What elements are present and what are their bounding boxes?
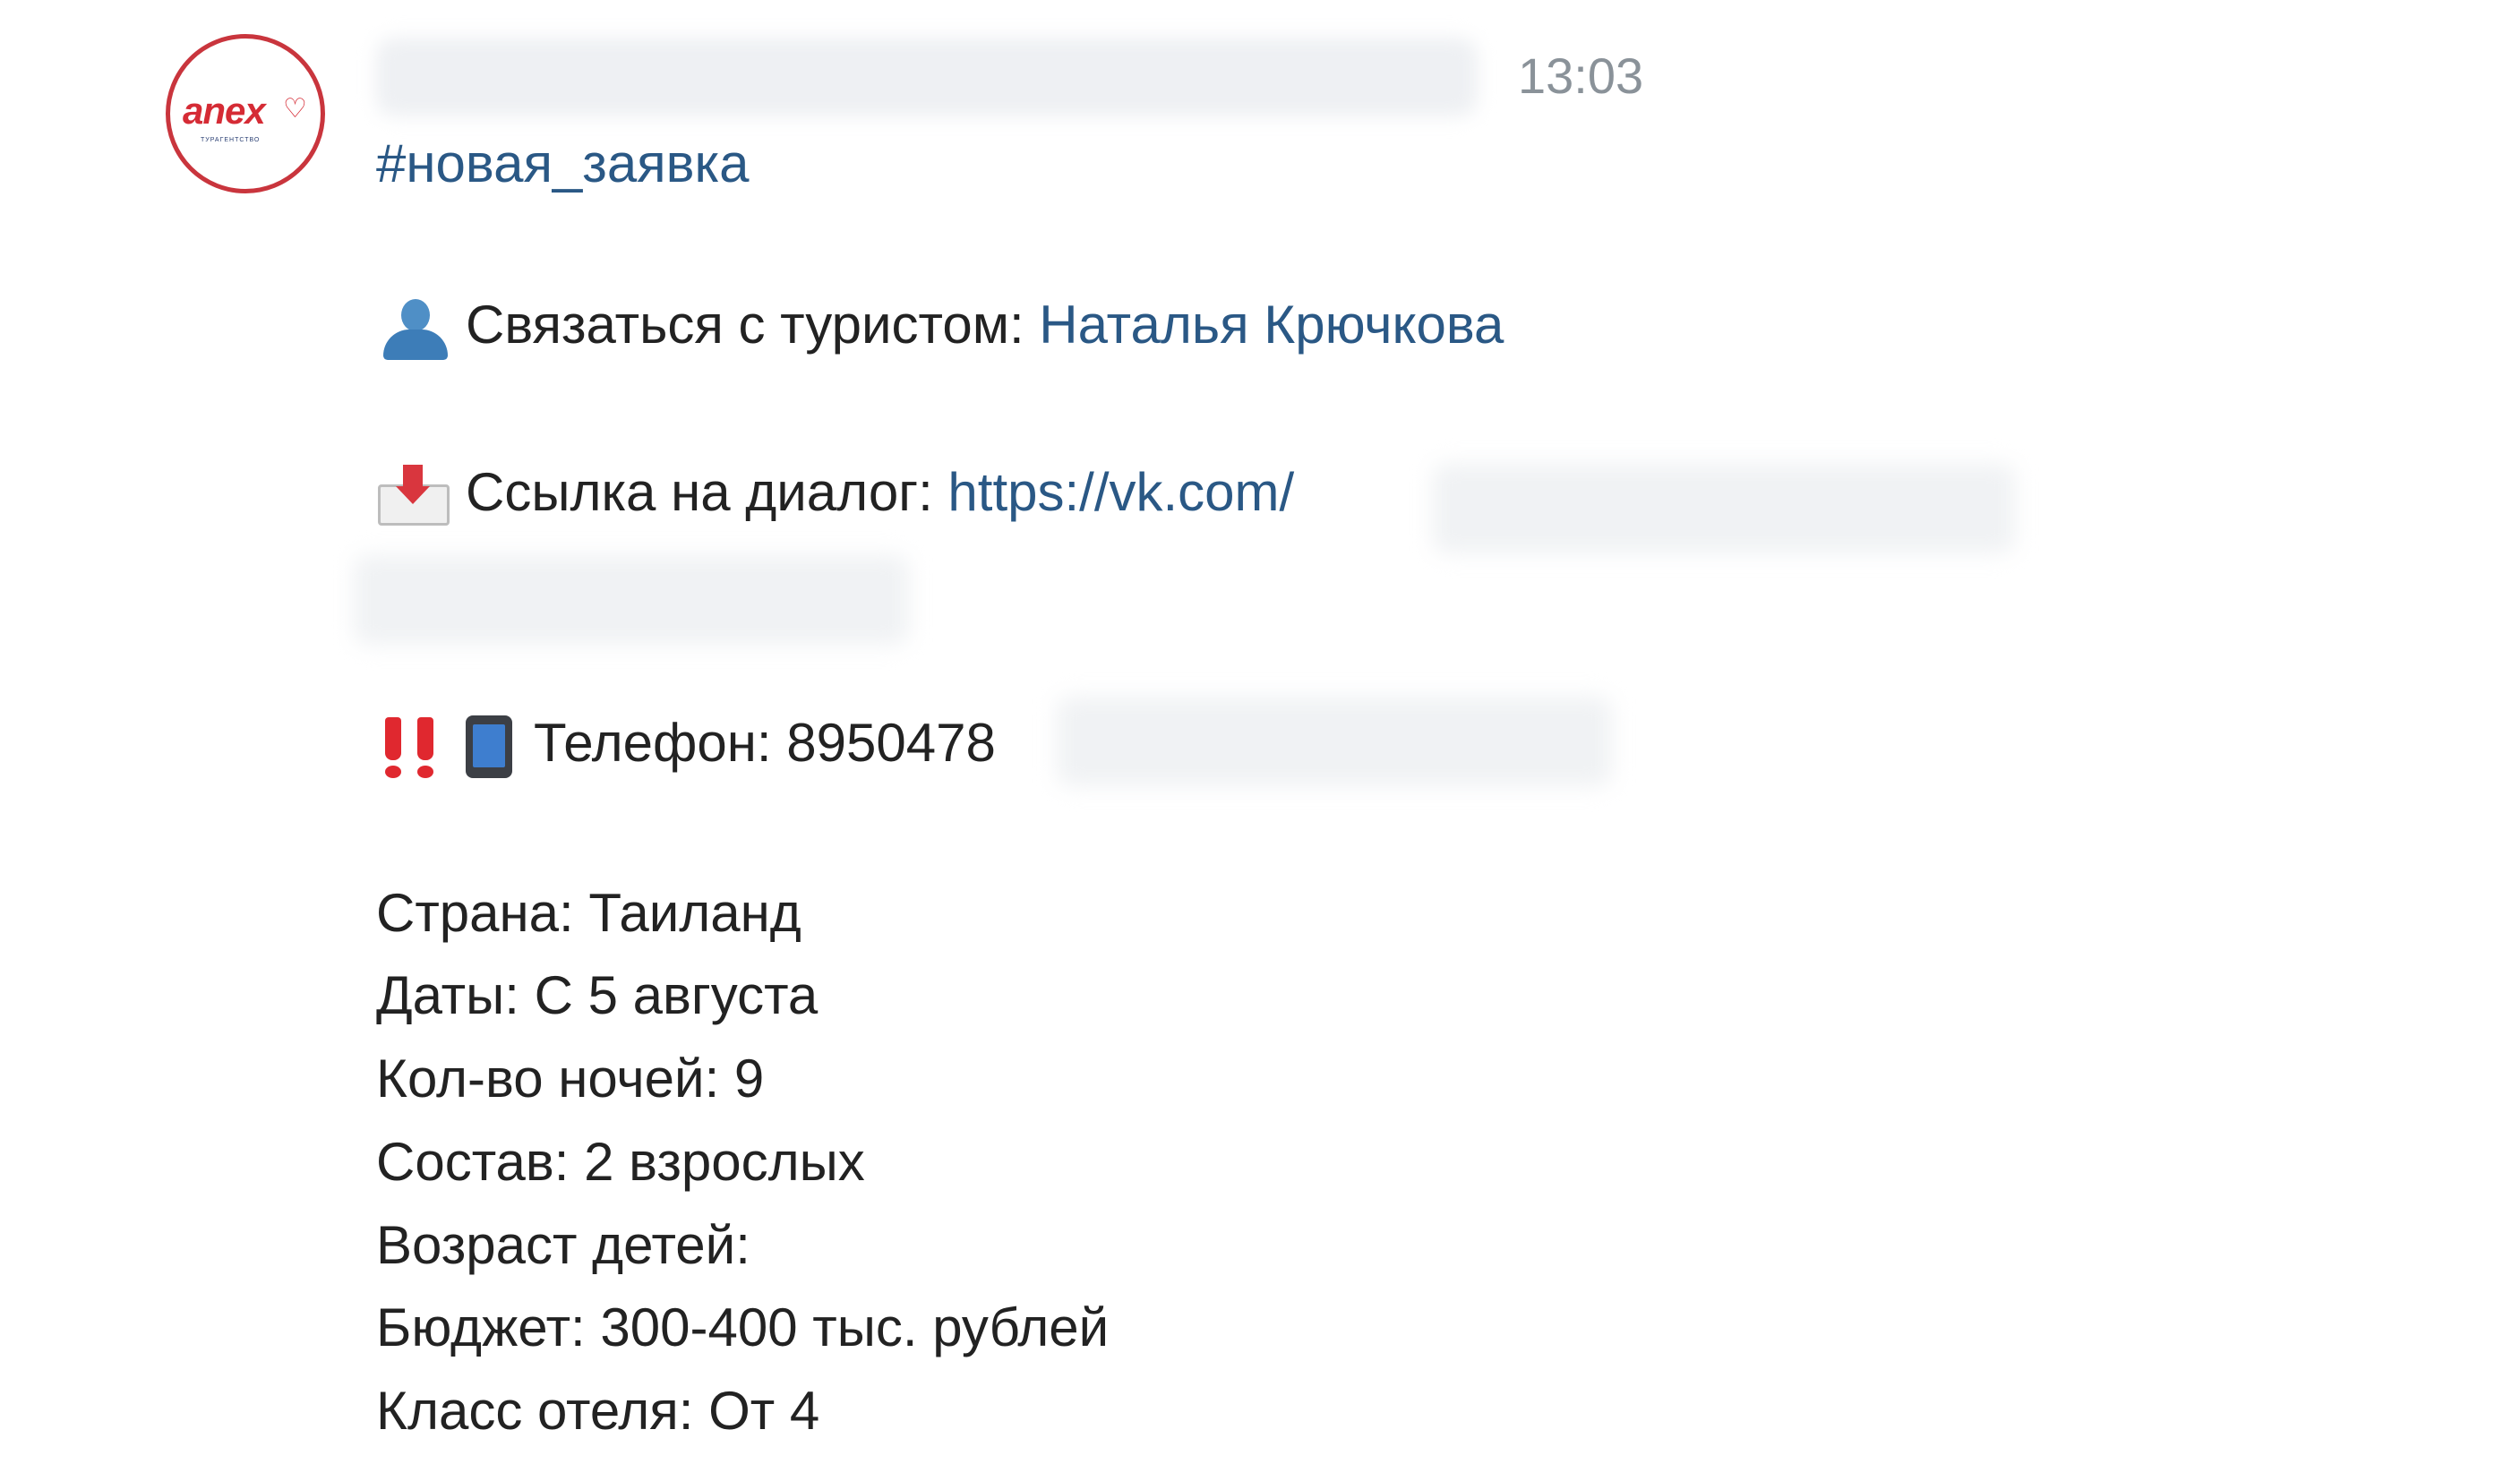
dialog-url-redacted bbox=[1433, 464, 2015, 553]
dialog-url-link[interactable]: https://vk.com/ bbox=[947, 462, 1294, 522]
tourist-name-link[interactable]: Наталья Крючкова bbox=[1039, 295, 1504, 355]
hashtag-link[interactable]: #новая_заявка bbox=[376, 133, 749, 195]
detail-budget: Бюджет: 300-400 тыс. рублей bbox=[376, 1297, 1110, 1357]
detail-nights: Кол-во ночей: 9 bbox=[376, 1049, 765, 1109]
double-exclamation-icon bbox=[376, 715, 451, 779]
dialog-label: Ссылка на диалог: bbox=[466, 462, 948, 522]
phone-number-redacted bbox=[1057, 697, 1612, 786]
phone-line: Телефон: 8950478 bbox=[376, 712, 996, 779]
phone-label: Телефон: bbox=[534, 713, 787, 773]
author-name-redacted[interactable] bbox=[376, 38, 1478, 116]
chat-message: anex ♡ ТУРАГЕНТСТВО 13:03 #новая_заявка … bbox=[0, 0, 2520, 1464]
person-icon bbox=[376, 297, 453, 361]
dialog-line: Ссылка на диалог: https://vk.com/ bbox=[376, 461, 1294, 527]
contact-line: Связаться с туристом: Наталья Крючкова bbox=[376, 294, 1504, 361]
heart-icon: ♡ bbox=[283, 94, 307, 124]
incoming-envelope-icon bbox=[376, 465, 453, 527]
brand-tagline: ТУРАГЕНТСТВО bbox=[201, 137, 261, 143]
phone-number: 8950478 bbox=[786, 713, 996, 773]
detail-country: Страна: Таиланд bbox=[376, 883, 801, 943]
detail-dates: Даты: С 5 августа bbox=[376, 965, 819, 1025]
brand-logo-text: anex bbox=[183, 90, 266, 132]
detail-children-ages: Возраст детей: bbox=[376, 1215, 750, 1275]
mobile-phone-icon bbox=[459, 715, 521, 779]
message-timestamp[interactable]: 13:03 bbox=[1518, 49, 1643, 103]
dialog-url-redacted-line2 bbox=[354, 555, 909, 645]
avatar[interactable]: anex ♡ ТУРАГЕНТСТВО bbox=[166, 34, 325, 193]
contact-label: Связаться с туристом: bbox=[466, 295, 1040, 355]
detail-party: Состав: 2 взрослых bbox=[376, 1132, 865, 1192]
detail-hotel-class: Класс отеля: От 4 bbox=[376, 1381, 820, 1441]
